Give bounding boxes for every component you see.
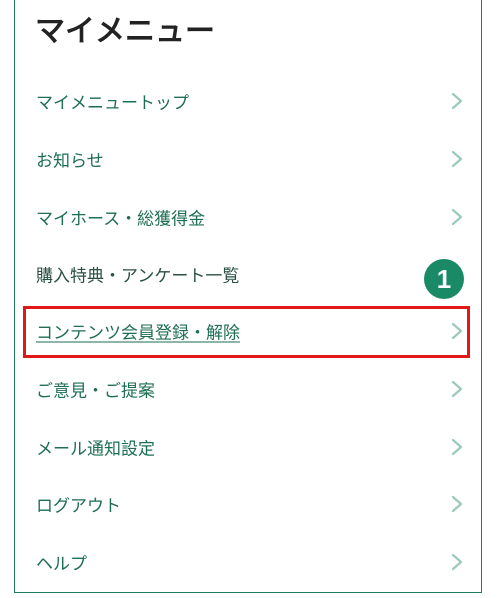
menu-item-my-horse[interactable]: マイホース・総獲得金 [16,188,474,245]
chevron-right-icon [451,322,463,339]
menu-item-label: ご意見・ご提案 [36,381,155,401]
menu-item-content-membership[interactable]: コンテンツ会員登録・解除 [16,302,474,359]
chevron-right-icon [451,150,463,167]
chevron-right-icon [451,438,463,455]
menu-item-purchase-benefits[interactable]: 購入特典・アンケート一覧 [16,245,474,302]
menu-item-label: マイホース・総獲得金 [36,209,206,229]
menu-item-label: お知らせ [36,151,104,171]
menu-item-logout[interactable]: ログアウト [16,475,474,532]
my-menu-panel: マイメニュー マイメニュートップ お知らせ マイホース・総獲得金 購入特典・アン… [14,0,482,593]
chevron-right-icon [451,92,463,109]
chevron-right-icon [451,495,463,512]
menu-item-label: マイメニュートップ [36,93,189,113]
chevron-right-icon [451,380,463,397]
chevron-right-icon [451,208,463,225]
menu-item-label: コンテンツ会員登録・解除 [36,323,240,343]
chevron-right-icon [451,553,463,570]
menu-item-label: ヘルプ [36,554,87,574]
menu-item-news[interactable]: お知らせ [16,130,474,187]
menu-item-my-menu-top[interactable]: マイメニュートップ [16,72,474,129]
menu-item-label: ログアウト [36,496,121,516]
step-number-badge: 1 [424,259,464,299]
menu-item-feedback[interactable]: ご意見・ご提案 [16,360,474,417]
menu-title: マイメニュー [35,14,215,49]
menu-item-label: 購入特典・アンケート一覧 [36,266,240,286]
menu-item-help[interactable]: ヘルプ [16,533,474,590]
menu-item-email-settings[interactable]: メール通知設定 [16,418,474,475]
menu-item-label: メール通知設定 [36,439,155,459]
